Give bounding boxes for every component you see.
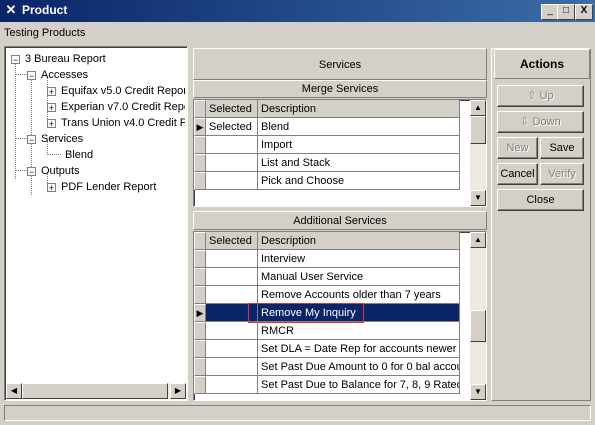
grid-cell-selected[interactable] [206, 250, 258, 268]
cancel-button[interactable]: Cancel [497, 163, 538, 185]
expand-icon[interactable]: + [47, 119, 56, 129]
row-header [194, 340, 206, 358]
up-button[interactable]: ⇧ Up [497, 85, 584, 107]
verify-button[interactable]: Verify [540, 163, 584, 185]
current-row-icon: ▶ [194, 304, 206, 322]
row-header [194, 136, 206, 154]
grid-cell-description[interactable]: Pick and Choose [258, 172, 460, 190]
grid-cell-description[interactable]: Set Past Due Amount to 0 for 0 bal accou… [258, 358, 460, 376]
new-button[interactable]: New [497, 137, 538, 159]
up-arrow-icon: ⇧ [527, 90, 537, 102]
column-header-description[interactable]: Description [258, 232, 460, 250]
grid-cell-selected[interactable] [206, 322, 258, 340]
grid-cell-description[interactable]: List and Stack [258, 154, 460, 172]
save-button[interactable]: Save [540, 137, 584, 159]
grid-cell-description[interactable]: Manual User Service [258, 268, 460, 286]
scroll-up-icon[interactable]: ▲ [470, 232, 486, 248]
row-header [194, 376, 206, 394]
grid-cell-selected[interactable] [206, 340, 258, 358]
form-caption: Testing Products [4, 27, 86, 39]
expand-icon[interactable]: + [47, 87, 56, 97]
row-header [194, 232, 206, 250]
close-window-button[interactable]: X [575, 4, 593, 20]
grid-cell-selected[interactable] [206, 136, 258, 154]
down-button[interactable]: ⇩ Down [497, 111, 584, 133]
row-header [194, 286, 206, 304]
grid-cell-selected[interactable]: Selected [206, 118, 258, 136]
additional-vscroll-thumb[interactable] [470, 310, 486, 342]
actions-header: Actions [494, 49, 590, 79]
product-tree[interactable]: − 3 Bureau Report − Accesses + Equifax v… [4, 46, 188, 401]
down-arrow-icon: ⇩ [520, 116, 530, 128]
collapse-icon[interactable]: − [27, 135, 36, 145]
grid-cell-selected[interactable] [206, 358, 258, 376]
row-header [194, 268, 206, 286]
grid-cell-selected[interactable] [206, 268, 258, 286]
grid-cell-description[interactable]: Blend [258, 118, 460, 136]
row-header [194, 100, 206, 118]
scroll-left-icon[interactable]: ◀ [6, 383, 22, 399]
scroll-right-icon[interactable]: ▶ [170, 383, 186, 399]
grid-cell-selected[interactable] [206, 154, 258, 172]
tree-node-blend[interactable]: Blend [65, 147, 93, 163]
grid-cell-description[interactable]: RMCR [258, 322, 460, 340]
services-header: Services [193, 48, 487, 80]
merge-vscroll-thumb[interactable] [470, 116, 486, 144]
scroll-down-icon[interactable]: ▼ [470, 190, 486, 206]
grid-cell-selected[interactable] [206, 376, 258, 394]
window-title: Product [22, 3, 68, 17]
grid-cell-description[interactable]: Set DLA = Date Rep for accounts newer th… [258, 340, 460, 358]
column-header-selected[interactable]: Selected [206, 232, 258, 250]
expand-icon[interactable]: + [47, 183, 56, 193]
row-header [194, 250, 206, 268]
collapse-icon[interactable]: − [27, 167, 36, 177]
column-header-description[interactable]: Description [258, 100, 460, 118]
grid-cell-selected[interactable] [206, 286, 258, 304]
close-button[interactable]: Close [497, 189, 584, 211]
grid-cell-description[interactable]: Interview [258, 250, 460, 268]
collapse-icon[interactable]: − [11, 55, 20, 65]
grid-cell-description[interactable]: Import [258, 136, 460, 154]
scroll-down-icon[interactable]: ▼ [470, 384, 486, 400]
maximize-button[interactable]: □ [557, 4, 575, 20]
title-bar: ✕ Product _ □ X [0, 0, 595, 22]
actions-panel: Actions ⇧ Up ⇩ Down New Save Cancel Veri… [491, 48, 591, 401]
grid-cell-selected[interactable] [206, 172, 258, 190]
highlight-box [248, 303, 364, 323]
collapse-icon[interactable]: − [27, 71, 36, 81]
additional-services-header: Additional Services [193, 211, 487, 230]
app-icon: ✕ [5, 2, 17, 17]
current-row-icon: ▶ [194, 118, 206, 136]
row-header [194, 322, 206, 340]
row-header [194, 172, 206, 190]
grid-cell-description[interactable]: Set Past Due to Balance for 7, 8, 9 Rate… [258, 376, 460, 394]
row-header [194, 154, 206, 172]
additional-services-grid[interactable]: Selected Description Interview Manual Us… [193, 231, 487, 401]
tree-hscroll-thumb[interactable] [22, 383, 168, 399]
column-header-selected[interactable]: Selected [206, 100, 258, 118]
scroll-up-icon[interactable]: ▲ [470, 100, 486, 116]
expand-icon[interactable]: + [47, 103, 56, 113]
merge-services-header: Merge Services [193, 80, 487, 98]
row-header [194, 358, 206, 376]
grid-cell-description[interactable]: Remove Accounts older than 7 years [258, 286, 460, 304]
merge-services-grid[interactable]: Selected Description ▶ Selected Blend Im… [193, 99, 487, 207]
status-bar [4, 405, 591, 421]
